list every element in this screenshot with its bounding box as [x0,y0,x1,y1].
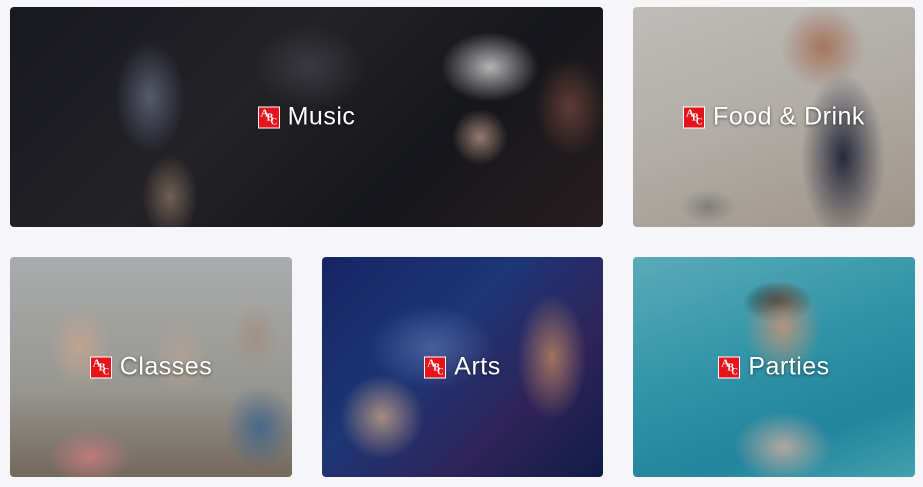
abc-icon: ABC [89,356,112,378]
category-tile-classes[interactable]: ABC Classes [10,257,292,477]
category-tile-food-drink[interactable]: ABC Food & Drink [633,7,915,227]
category-title: Arts [454,352,501,381]
category-title: Parties [748,352,830,381]
category-label: ABC Classes [10,353,292,382]
category-label: ABC Parties [633,353,915,382]
category-tile-parties[interactable]: ABC Parties [633,257,915,477]
category-label: ABC Arts [322,353,603,382]
category-tile-music[interactable]: ABC Music [10,7,603,227]
category-title: Music [287,102,356,131]
category-tile-arts[interactable]: ABC Arts [322,257,603,477]
abc-icon: ABC [683,106,706,128]
category-label: ABC Food & Drink [633,103,915,132]
abc-icon: ABC [424,356,447,378]
abc-icon: ABC [718,356,741,378]
category-label: ABC Music [10,103,603,132]
abc-icon: ABC [257,106,280,128]
category-title: Food & Drink [713,102,865,131]
category-title: Classes [119,352,213,381]
